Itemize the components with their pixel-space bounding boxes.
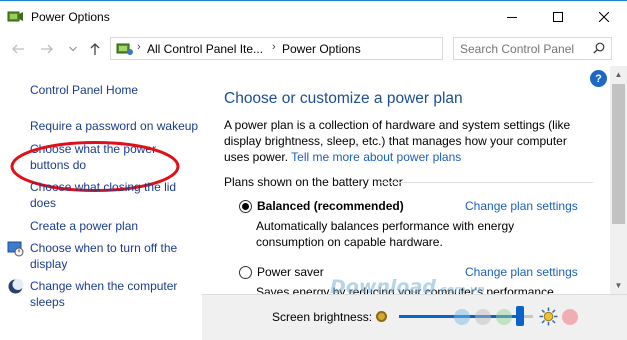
computer-sleeps-link[interactable]: Change when the computer sleeps: [30, 278, 177, 310]
search-box[interactable]: [453, 37, 612, 60]
minimize-icon: [507, 12, 517, 22]
address-bar[interactable]: › All Control Panel Ite... › Power Optio…: [110, 37, 548, 60]
search-icon[interactable]: [593, 42, 605, 57]
forward-arrow-icon[interactable]: [38, 40, 56, 58]
breadcrumb-power-options[interactable]: Power Options: [282, 42, 361, 56]
brightness-high-icon: [539, 307, 558, 326]
brightness-label: Screen brightness:: [272, 310, 373, 324]
page-description: A power plan is a collection of hardware…: [224, 117, 594, 165]
navigation-bar: › All Control Panel Ite... › Power Optio…: [0, 32, 627, 66]
turn-off-display-link[interactable]: Choose when to turn off the display: [30, 240, 177, 272]
power-saver-plan-radio[interactable]: [239, 266, 252, 279]
balanced-plan-description: Automatically balances performance with …: [256, 219, 515, 249]
power-saver-plan-name[interactable]: Power saver: [257, 265, 324, 279]
balanced-change-settings-link[interactable]: Change plan settings: [465, 199, 578, 213]
minimize-button[interactable]: [489, 1, 535, 32]
watermark-dot: [475, 309, 491, 325]
vertical-scrollbar[interactable]: ▲ ▼: [610, 66, 627, 294]
balanced-plan-radio[interactable]: [239, 200, 252, 213]
control-panel-icon: [115, 41, 135, 57]
watermark-dot: [496, 309, 512, 325]
breadcrumb-all-control-panel[interactable]: All Control Panel Ite...: [147, 42, 263, 56]
breadcrumb-separator-icon: ›: [137, 41, 141, 53]
require-password-link[interactable]: Require a password on wakeup: [30, 118, 198, 134]
turn-off-display-link-line-1: Choose when to turn off the: [30, 241, 178, 255]
title-bar: Power Options: [0, 0, 627, 32]
turn-off-display-link-line-2: display: [30, 257, 68, 271]
watermark-text: Download: [330, 276, 436, 298]
help-icon[interactable]: ?: [590, 70, 607, 87]
closing-lid-link-line-1: Choose what closing the lid: [30, 180, 177, 194]
page-title: Choose or customize a power plan: [224, 90, 463, 107]
brightness-low-icon: [376, 311, 387, 322]
brightness-slider-thumb[interactable]: [515, 306, 524, 326]
watermark-dot: [454, 309, 470, 325]
plans-group-label: Plans shown on the battery meter: [224, 175, 403, 189]
power-options-icon: [7, 9, 24, 24]
recent-locations-chevron-icon[interactable]: [64, 40, 82, 58]
closing-lid-link[interactable]: Choose what closing the lid does: [30, 179, 176, 211]
scrollbar-thumb[interactable]: [612, 84, 625, 224]
maximize-button[interactable]: [535, 1, 581, 32]
watermark-suffix: .com.vn: [435, 283, 485, 296]
create-power-plan-link[interactable]: Create a power plan: [30, 218, 138, 234]
sleep-moon-icon: [7, 278, 24, 295]
search-input[interactable]: [460, 40, 588, 57]
balanced-plan-name[interactable]: Balanced (recommended): [257, 199, 404, 213]
up-arrow-icon[interactable]: [86, 40, 104, 58]
scroll-up-icon[interactable]: ▲: [610, 66, 627, 83]
group-divider: [379, 182, 593, 183]
maximize-icon: [553, 11, 563, 22]
watermark-dot: [562, 309, 578, 325]
close-icon: [599, 11, 609, 22]
computer-sleeps-link-line-1: Change when the computer: [30, 279, 178, 293]
watermark: Download.com.vn: [330, 276, 485, 298]
brightness-bar: Screen brightness:: [202, 294, 627, 340]
scroll-down-icon[interactable]: ▼: [610, 277, 627, 294]
left-navigation-pane: Control Panel Home Require a password on…: [0, 66, 202, 340]
display-clock-icon: [7, 240, 24, 257]
control-panel-home-link[interactable]: Control Panel Home: [30, 82, 138, 98]
back-arrow-icon[interactable]: [9, 40, 27, 58]
close-button[interactable]: [581, 1, 627, 32]
learn-more-link[interactable]: Tell me more about power plans: [291, 150, 461, 164]
breadcrumb-separator-icon: ›: [272, 41, 276, 53]
computer-sleeps-link-line-2: sleeps: [30, 295, 65, 309]
window-title: Power Options: [31, 10, 110, 24]
closing-lid-link-line-2: does: [30, 196, 57, 210]
